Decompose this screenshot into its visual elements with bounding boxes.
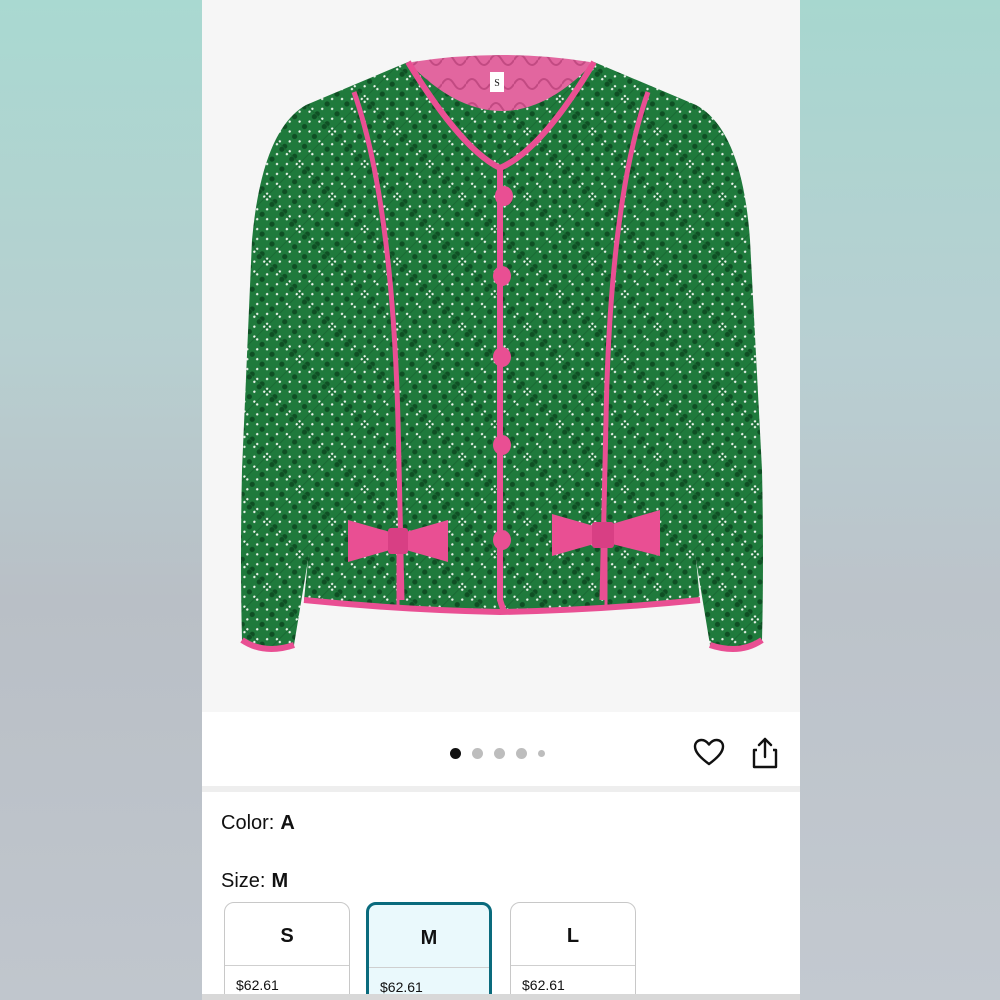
color-label: Color:	[221, 812, 275, 834]
size-option-price: $62.61	[236, 977, 279, 993]
jacket-image: S	[240, 55, 764, 652]
size-option-l[interactable]: L $62.61	[510, 902, 636, 1000]
favorite-button[interactable]	[692, 736, 726, 770]
bottom-bar-edge	[202, 994, 800, 1000]
share-icon	[752, 737, 778, 769]
gallery-bar	[202, 712, 800, 786]
pagination-dot-1[interactable]	[450, 748, 461, 759]
size-option-label: L	[566, 925, 580, 947]
size-option-divider	[369, 967, 489, 968]
heart-icon	[693, 738, 725, 766]
size-label: Size:	[221, 870, 266, 892]
size-option-price: $62.61	[522, 977, 565, 993]
pagination-dot-4[interactable]	[516, 748, 527, 759]
size-row: Size: M	[221, 870, 288, 893]
size-options: S $62.61 M $62.61 L $62.61	[224, 902, 644, 1000]
pagination-dot-2[interactable]	[472, 748, 483, 759]
color-value: A	[280, 812, 295, 834]
size-option-label: S	[280, 925, 294, 947]
variant-selector: Color: A Size: M S $62.61 M $62.61 L $62.6…	[202, 792, 800, 1000]
background-left	[0, 0, 202, 1000]
color-row: Color: A	[221, 812, 295, 835]
product-image[interactable]: S	[202, 0, 800, 712]
size-option-divider	[225, 965, 349, 966]
product-screen: S Color: A Size: M S $62.61 M $62.61 L $…	[202, 0, 800, 1000]
background-right	[800, 0, 1000, 1000]
size-option-price: $62.61	[380, 979, 423, 995]
neck-tag-text: S	[494, 78, 500, 89]
pagination-dot-5[interactable]	[538, 750, 545, 757]
share-button[interactable]	[748, 736, 782, 770]
size-option-divider	[511, 965, 635, 966]
size-option-s[interactable]: S $62.61	[224, 902, 350, 1000]
pagination-dot-3[interactable]	[494, 748, 505, 759]
size-option-m[interactable]: M $62.61	[366, 902, 492, 1000]
image-pagination[interactable]	[450, 748, 545, 759]
size-value: M	[271, 870, 289, 892]
size-option-label: M	[420, 927, 438, 949]
